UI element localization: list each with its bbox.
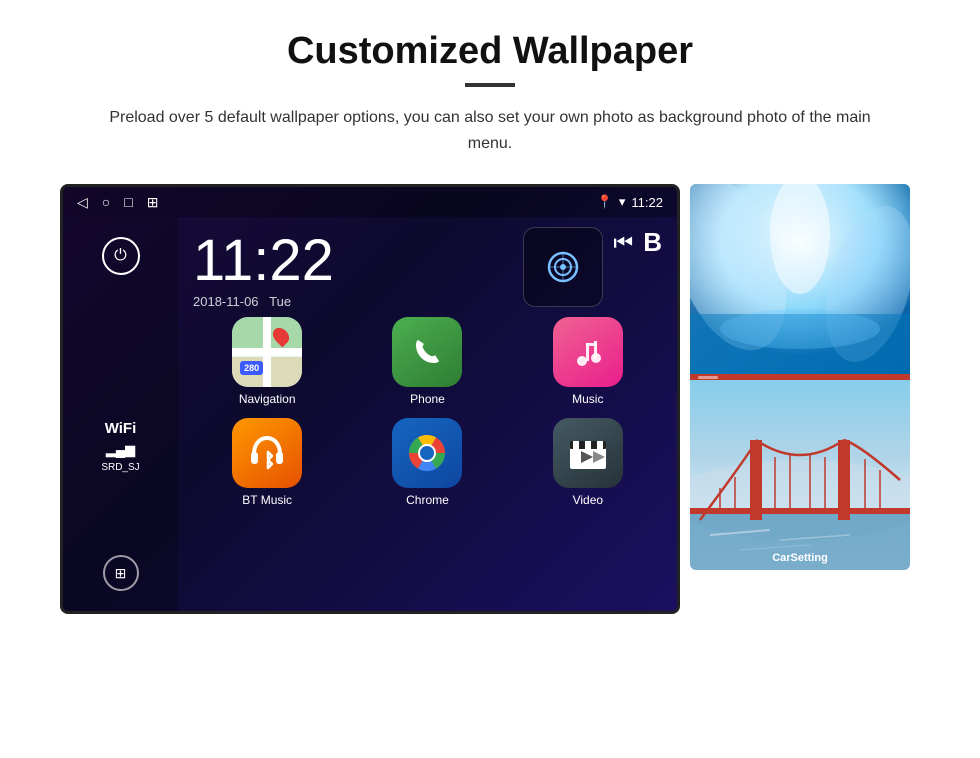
clock-date: 2018-11-06 Tue [193,294,513,309]
carsetting-label: CarSetting [690,552,910,564]
app-item-chrome[interactable]: Chrome [353,418,501,507]
top-row: 11:22 2018-11-06 Tue [193,227,662,309]
music-controls: ⏮ B [613,227,662,258]
navigation-icon: 280 [232,317,302,387]
wallpaper-golden-gate[interactable]: CarSetting [690,380,910,570]
btmusic-icon [232,418,302,488]
wifi-label: WiFi [105,418,137,439]
apps-grid: 280 Navigation Phone [193,317,662,507]
video-icon [553,418,623,488]
chrome-label: Chrome [406,493,449,507]
app-item-phone[interactable]: Phone [353,317,501,406]
signal-icon: ▾ [619,194,626,210]
clock-time: 11:22 [193,232,513,290]
wallpaper-panel: CarSetting [690,184,910,570]
phone-label: Phone [410,392,445,406]
menu-nav-icon[interactable]: ⊞ [147,194,159,211]
title-divider [465,83,515,87]
video-label: Video [573,493,603,507]
clock-widget: 11:22 2018-11-06 Tue [193,227,513,309]
page-container: Customized Wallpaper Preload over 5 defa… [0,0,980,758]
chrome-icon [392,418,462,488]
app-item-navigation[interactable]: 280 Navigation [193,317,341,406]
left-sidebar: ⏻ WiFi ▂▄▆ SRD_SJ ⊞ [63,217,178,611]
power-button[interactable]: ⏻ [102,237,140,275]
music-app-letter: B [643,227,662,258]
wifi-signal-bars: ▂▄▆ [106,441,135,459]
app-item-video[interactable]: Video [514,418,662,507]
app-item-btmusic[interactable]: BT Music [193,418,341,507]
page-description: Preload over 5 default wallpaper options… [100,105,880,156]
android-screen: ◁ ○ □ ⊞ 📍 ▾ 11:22 ⏻ WiFi [60,184,680,614]
home-nav-icon[interactable]: ○ [102,194,110,210]
music-label: Music [572,392,603,406]
screen-content: ⏻ WiFi ▂▄▆ SRD_SJ ⊞ 11:22 [63,217,677,611]
location-icon: 📍 [597,194,613,210]
back-nav-icon[interactable]: ◁ [77,194,88,211]
status-time: 11:22 [631,195,663,210]
music-icon [553,317,623,387]
app-item-music[interactable]: Music [514,317,662,406]
wifi-ssid: SRD_SJ [101,461,139,475]
phone-icon [392,317,462,387]
status-bar-right: 📍 ▾ 11:22 [597,194,663,210]
device-wrapper: ◁ ○ □ ⊞ 📍 ▾ 11:22 ⏻ WiFi [60,184,920,614]
recents-nav-icon[interactable]: □ [124,194,132,210]
wallpaper-ice-cave[interactable] [690,184,910,374]
wifi-widget: WiFi ▂▄▆ SRD_SJ [101,418,139,475]
cast-widget[interactable] [523,227,603,307]
music-prev-button[interactable]: ⏮ [613,230,633,256]
page-title: Customized Wallpaper [287,30,693,73]
clock-day-value: Tue [269,294,291,309]
btmusic-label: BT Music [242,493,292,507]
apps-grid-button[interactable]: ⊞ [103,555,139,591]
clock-date-value: 2018-11-06 [193,294,259,309]
navigation-label: Navigation [239,392,296,406]
center-area: 11:22 2018-11-06 Tue [178,217,677,611]
status-bar: ◁ ○ □ ⊞ 📍 ▾ 11:22 [63,187,677,217]
status-bar-left: ◁ ○ □ ⊞ [77,194,158,211]
